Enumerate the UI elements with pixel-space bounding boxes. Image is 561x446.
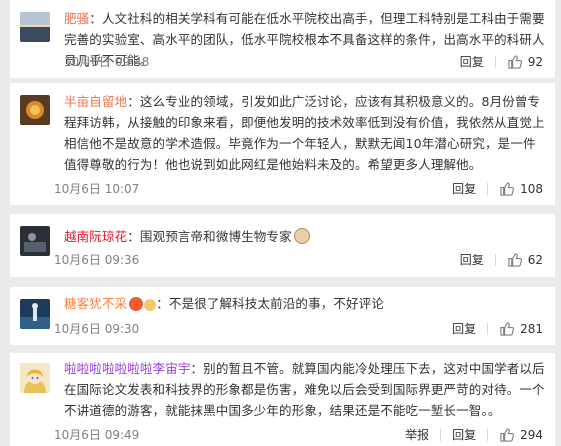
comment-username[interactable]: 肥骚 bbox=[64, 11, 89, 26]
like-button[interactable]: 108 bbox=[499, 181, 543, 196]
like-count: 62 bbox=[527, 252, 543, 267]
like-count: 281 bbox=[520, 321, 543, 336]
thumbs-up-icon bbox=[500, 182, 515, 196]
comment-card: 啦啦啦啦啦啦啦李宙宇：别的暂且不管。就算国内能冷处理压下去，这对中国学者以后在国… bbox=[10, 353, 555, 446]
thumbs-up-icon bbox=[508, 55, 522, 69]
comment-avatar[interactable] bbox=[20, 299, 50, 329]
comment-card: 肥骚：人文社科的相关学科有可能在低水平院校出高手，但理工科特别是工科由于需要完善… bbox=[10, 0, 555, 78]
like-button[interactable]: 62 bbox=[507, 252, 543, 267]
sparkle-emoji-icon bbox=[144, 299, 157, 311]
comment-text: ：围观预言帝和微博生物专家 bbox=[127, 229, 292, 244]
comment-timestamp: 10月6日 10:07 bbox=[54, 182, 140, 196]
action-divider bbox=[494, 253, 496, 266]
comment-timestamp: 10月6日 09:49 bbox=[54, 428, 140, 442]
like-button[interactable]: 281 bbox=[499, 321, 543, 336]
comment-avatar[interactable] bbox=[20, 226, 50, 256]
comment-card: 半亩自留地：这么专业的领域，引发如此广泛讨论，应该有其积极意义的。8月份曾专程拜… bbox=[10, 83, 555, 205]
reply-button[interactable]: 回复 bbox=[452, 426, 476, 443]
comment-username[interactable]: 啦啦啦啦啦啦啦李宙宇 bbox=[64, 361, 191, 376]
comment-avatar[interactable] bbox=[20, 12, 50, 42]
comment-avatar[interactable] bbox=[20, 95, 50, 125]
comment-username[interactable]: 越南阮琼花 bbox=[64, 229, 127, 244]
action-divider bbox=[494, 55, 496, 68]
reply-button[interactable]: 回复 bbox=[452, 180, 476, 197]
comment-card: 越南阮琼花：围观预言帝和微博生物专家 10月6日 09:36 回复 62 bbox=[10, 214, 555, 277]
dog-face-emoji-icon bbox=[293, 228, 310, 244]
comment-avatar[interactable] bbox=[20, 363, 50, 393]
like-button[interactable]: 92 bbox=[507, 54, 543, 69]
action-divider bbox=[440, 428, 442, 441]
like-count: 108 bbox=[520, 181, 543, 196]
like-count: 92 bbox=[527, 54, 543, 69]
comment-timestamp: 10月6日 09:48 bbox=[64, 55, 150, 69]
comment-text: ：不是很了解科技太前沿的事，不好评论 bbox=[156, 296, 384, 311]
like-count: 294 bbox=[520, 427, 543, 442]
comment-card: 糖客犹不采 ：不是很了解科技太前沿的事，不好评论 10月6日 09:30 回复 2… bbox=[10, 287, 555, 345]
comment-timestamp: 10月6日 09:30 bbox=[54, 322, 140, 336]
reply-button[interactable]: 回复 bbox=[452, 320, 476, 337]
action-divider bbox=[487, 182, 489, 195]
comment-text: ：这么专业的领域，引发如此广泛讨论，应该有其积极意义的。8月份曾专程拜访韩，从接… bbox=[64, 94, 545, 172]
action-divider bbox=[487, 322, 489, 335]
comment-username[interactable]: 半亩自留地 bbox=[64, 94, 127, 109]
reply-button[interactable]: 回复 bbox=[460, 251, 484, 268]
thumbs-up-icon bbox=[500, 322, 515, 336]
thumbs-up-icon bbox=[508, 253, 522, 267]
flame-emoji-icon bbox=[129, 297, 144, 311]
comment-timestamp: 10月6日 09:36 bbox=[54, 253, 140, 267]
report-button[interactable]: 举报 bbox=[405, 426, 429, 443]
reply-button[interactable]: 回复 bbox=[460, 53, 484, 70]
comment-username[interactable]: 糖客犹不采 bbox=[64, 296, 127, 311]
thumbs-up-icon bbox=[500, 428, 515, 442]
like-button[interactable]: 294 bbox=[499, 427, 543, 442]
action-divider bbox=[487, 428, 489, 441]
